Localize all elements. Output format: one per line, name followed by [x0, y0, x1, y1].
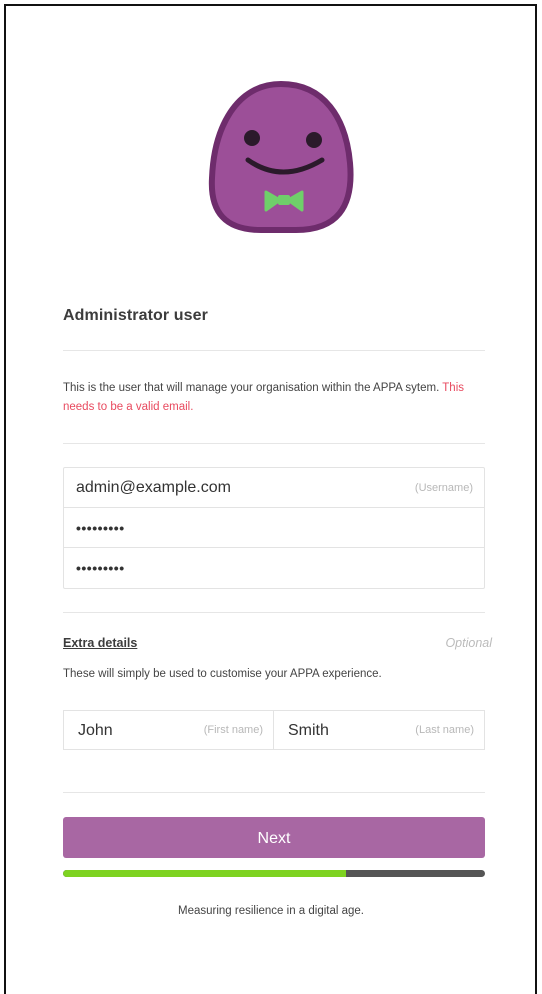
admin-description: This is the user that will manage your o…: [63, 379, 485, 417]
signup-progress-fill: [63, 870, 346, 877]
admin-credentials-group: admin@example.com (Username) ••••••••• •…: [63, 467, 485, 589]
username-value: admin@example.com: [76, 479, 231, 496]
admin-description-text: This is the user that will manage your o…: [63, 382, 440, 394]
mascot-right-eye: [306, 132, 322, 148]
username-field[interactable]: admin@example.com (Username): [64, 468, 484, 508]
mascot-left-eye: [244, 130, 260, 146]
extra-details-description: These will simply be used to customise y…: [63, 668, 382, 680]
signup-progress-bar: [63, 870, 485, 877]
divider: [63, 350, 485, 351]
last-name-hint: (Last name): [415, 724, 474, 736]
mascot-logo-icon: [208, 80, 354, 233]
section-heading: Administrator user: [63, 307, 208, 324]
footer-tagline: Measuring resilience in a digital age.: [177, 905, 365, 917]
first-name-field[interactable]: John (First name): [63, 710, 274, 750]
first-name-hint: (First name): [203, 724, 263, 736]
next-button[interactable]: Next: [63, 817, 485, 858]
username-hint: (Username): [414, 482, 473, 494]
last-name-field[interactable]: Smith (Last name): [274, 710, 485, 750]
confirm-password-field[interactable]: •••••••••: [64, 548, 484, 588]
extra-details-link[interactable]: Extra details: [63, 636, 137, 650]
divider: [63, 792, 485, 793]
optional-label: Optional: [445, 636, 492, 650]
last-name-value: Smith: [288, 722, 329, 739]
first-name-value: John: [78, 722, 113, 739]
divider: [63, 443, 485, 444]
password-value: •••••••••: [76, 520, 125, 536]
divider: [63, 612, 485, 613]
confirm-password-value: •••••••••: [76, 560, 125, 576]
password-field[interactable]: •••••••••: [64, 508, 484, 548]
name-fields-row: John (First name) Smith (Last name): [63, 710, 485, 750]
